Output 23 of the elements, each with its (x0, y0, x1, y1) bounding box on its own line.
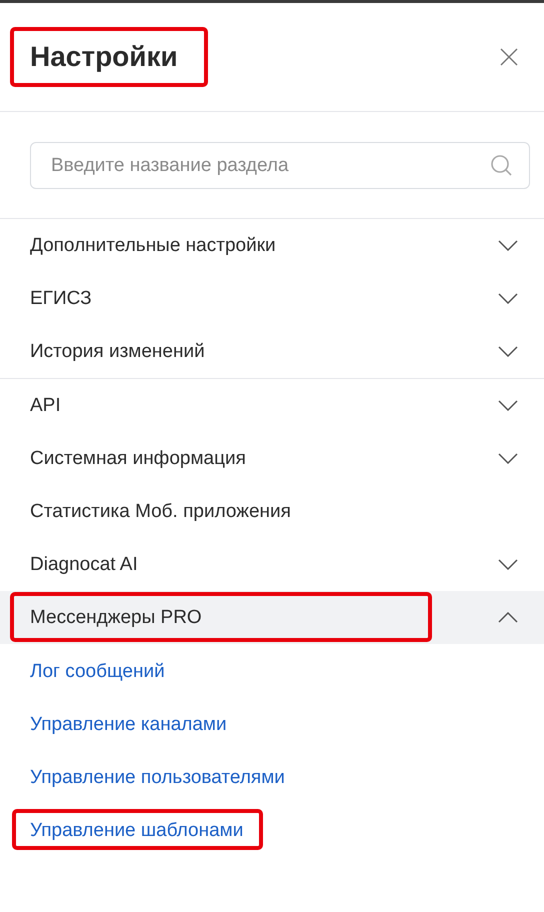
chevron-down-icon (498, 240, 518, 251)
search-icon (491, 155, 512, 176)
section-item[interactable]: Diagnocat AI (0, 538, 544, 591)
subsection-link[interactable]: Управление шаблонами (12, 809, 264, 850)
search-field[interactable]: Введите название раздела (30, 142, 530, 189)
subsection-link[interactable]: Лог сообщений (12, 650, 185, 691)
section-item[interactable]: История изменений (0, 325, 544, 378)
chevron-up-icon (498, 612, 518, 623)
chevron-down-icon (498, 453, 518, 464)
section-item[interactable]: Системная информация (0, 432, 544, 485)
chevron-down-icon (498, 400, 518, 411)
panel-title: Настройки (10, 27, 208, 87)
chevron-down-icon (498, 293, 518, 304)
section-item[interactable]: Статистика Моб. приложения (0, 485, 544, 538)
section-item[interactable]: ЕГИСЗ (0, 272, 544, 325)
section-item[interactable]: Дополнительные настройки (0, 219, 544, 272)
section-item[interactable]: Мессенджеры PRO (0, 591, 544, 644)
chevron-down-icon (498, 346, 518, 357)
close-button[interactable] (500, 48, 518, 66)
chevron-down-icon (498, 559, 518, 570)
subsection-link[interactable]: Управление каналами (12, 703, 247, 744)
subsection-link[interactable]: Управление пользователями (12, 756, 305, 797)
section-item[interactable]: API (0, 379, 544, 432)
